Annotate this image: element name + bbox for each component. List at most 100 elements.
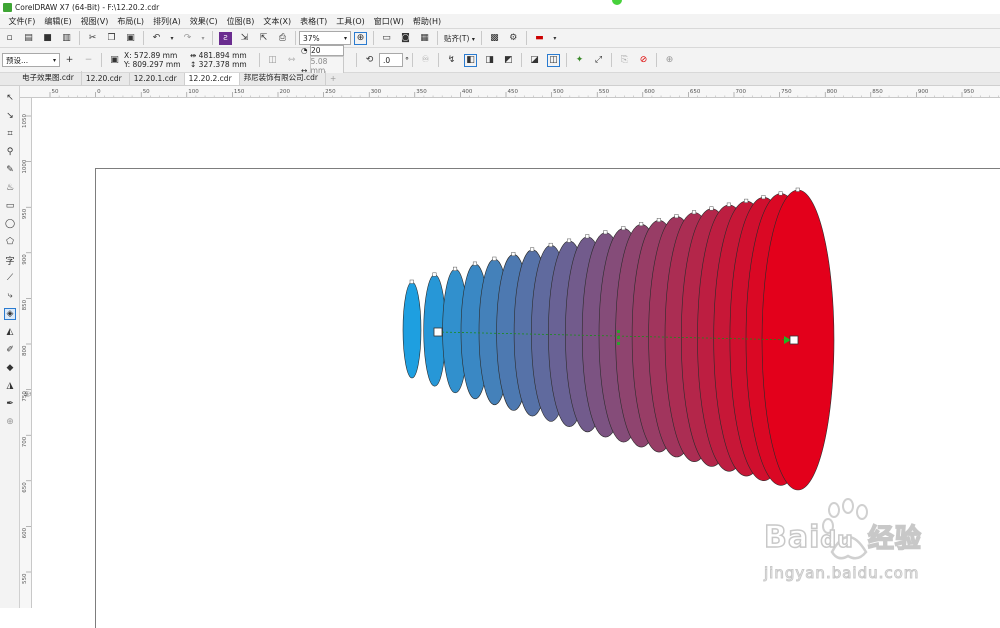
transparency-tool-icon[interactable]: ◭ xyxy=(4,326,16,338)
snap-to-menu[interactable]: 贴齐(T) ▾ xyxy=(441,33,478,44)
export-icon[interactable]: ⇱ xyxy=(257,32,270,45)
blend-end-handle[interactable] xyxy=(789,335,799,345)
drawing-canvas[interactable]: Baidu 经验 jingyan.baidu.com xyxy=(32,98,1000,628)
pick-tool-icon[interactable]: ↖ xyxy=(4,92,16,104)
rectangle-tool-icon[interactable]: ▭ xyxy=(4,200,16,212)
color-eyedropper-icon[interactable]: ✐ xyxy=(4,344,16,356)
doc-tab[interactable]: 邦尼装饰有限公司.cdr xyxy=(240,71,327,85)
redo-icon[interactable]: ↷ xyxy=(181,32,194,45)
doc-tab[interactable]: 12.20.1.cdr xyxy=(130,73,185,85)
node-handle[interactable] xyxy=(795,187,800,192)
text-tool-icon[interactable]: 字 xyxy=(4,254,16,267)
node-handle[interactable] xyxy=(409,279,414,284)
preset-select[interactable]: 预设... ▾ xyxy=(2,53,60,67)
menu-effects[interactable]: 效果(C) xyxy=(185,16,222,27)
start-end-properties-icon[interactable]: ⤢ xyxy=(592,54,605,67)
launcher-dropdown-icon[interactable]: ▾ xyxy=(552,32,558,45)
shape-tool-icon[interactable]: ↘ xyxy=(4,110,16,122)
undo-icon[interactable]: ↶ xyxy=(150,32,163,45)
node-handle[interactable] xyxy=(567,238,572,243)
application-launcher-icon[interactable]: ▬ xyxy=(533,32,546,45)
new-document-icon[interactable]: ▫ xyxy=(3,32,16,45)
copy-icon[interactable]: ❐ xyxy=(105,32,118,45)
acceleration-marker[interactable] xyxy=(617,336,620,339)
node-handle[interactable] xyxy=(585,234,590,239)
menu-view[interactable]: 视图(V) xyxy=(76,16,113,27)
node-handle[interactable] xyxy=(761,195,766,200)
menu-text[interactable]: 文本(X) xyxy=(259,16,296,27)
connector-tool-icon[interactable]: ⤷ xyxy=(4,290,16,302)
save-icon[interactable]: ■ xyxy=(41,32,54,45)
doc-tab-active[interactable]: 12.20.2.cdr xyxy=(184,73,240,85)
node-handle[interactable] xyxy=(432,272,437,277)
clockwise-blend-icon[interactable]: ◨ xyxy=(483,54,496,67)
copy-blend-properties-icon[interactable]: ⎘ xyxy=(618,54,631,67)
color-acceleration-icon[interactable]: ◫ xyxy=(547,53,560,67)
height-field[interactable]: 327.378 mm xyxy=(199,60,247,69)
zoom-to-page-icon[interactable]: ⊕ xyxy=(354,31,367,45)
freehand-tool-icon[interactable]: ✎ xyxy=(4,164,16,176)
blend-start-handle[interactable] xyxy=(433,327,443,337)
acceleration-marker[interactable] xyxy=(617,342,620,345)
menu-edit[interactable]: 编辑(E) xyxy=(40,16,76,27)
menu-tools[interactable]: 工具(O) xyxy=(332,16,370,27)
node-handle[interactable] xyxy=(530,247,535,252)
menu-table[interactable]: 表格(T) xyxy=(296,16,332,27)
direct-blend-icon[interactable]: ◧ xyxy=(464,53,477,67)
counterclockwise-blend-icon[interactable]: ◩ xyxy=(502,54,515,67)
blend-direction-icon[interactable]: ⟲ xyxy=(363,54,376,67)
node-handle[interactable] xyxy=(709,206,714,211)
add-toolbar-item-icon[interactable]: ⊕ xyxy=(663,54,676,67)
redo-dropdown-icon[interactable]: ▾ xyxy=(200,32,206,45)
doc-tab[interactable]: 12.20.cdr xyxy=(82,73,130,85)
node-handle[interactable] xyxy=(692,210,697,215)
parallel-dimension-icon[interactable]: ⟋ xyxy=(4,272,16,284)
full-screen-icon[interactable]: ▭ xyxy=(380,32,393,45)
undo-dropdown-icon[interactable]: ▾ xyxy=(169,32,175,45)
acceleration-marker[interactable] xyxy=(617,330,620,333)
y-position-field[interactable]: Y: 809.297 mm xyxy=(124,60,190,69)
outline-pen-icon[interactable]: ✒ xyxy=(4,398,16,410)
node-handle[interactable] xyxy=(656,218,661,223)
zoom-level-select[interactable]: 37% ▾ xyxy=(299,31,351,45)
object-acceleration-icon[interactable]: ◪ xyxy=(528,54,541,67)
smart-fill-icon[interactable]: ◮ xyxy=(4,380,16,392)
more-tools-icon[interactable]: ⊕ xyxy=(4,416,16,428)
remove-preset-icon[interactable]: − xyxy=(82,54,95,67)
new-tab-button[interactable]: + xyxy=(326,73,343,85)
more-blend-options-icon[interactable]: ✦ xyxy=(573,54,586,67)
menu-window[interactable]: 窗口(W) xyxy=(369,16,408,27)
node-handle[interactable] xyxy=(778,191,783,196)
acceleration-slider-icon[interactable] xyxy=(617,330,620,345)
blend-direction-field[interactable]: .0 xyxy=(379,53,403,67)
clear-blend-icon[interactable]: ⊘ xyxy=(637,54,650,67)
vertical-ruler[interactable]: 10501000950900850800750700650600550500毫米 xyxy=(20,98,32,608)
node-handle[interactable] xyxy=(603,230,608,235)
interactive-fill-icon[interactable]: ◆ xyxy=(4,362,16,374)
blend-start-shape[interactable] xyxy=(402,281,422,379)
x-position-field[interactable]: X: 572.89 mm xyxy=(124,51,190,60)
node-handle[interactable] xyxy=(674,214,679,219)
object-origin-icon[interactable]: ▣ xyxy=(108,54,121,67)
zoom-tool-icon[interactable]: ⚲ xyxy=(4,146,16,158)
node-handle[interactable] xyxy=(511,252,516,257)
node-handle[interactable] xyxy=(621,226,626,231)
menu-file[interactable]: 文件(F) xyxy=(4,16,40,27)
artistic-media-icon[interactable]: ♨ xyxy=(4,182,16,194)
open-folder-icon[interactable]: ▤ xyxy=(22,32,35,45)
ellipse-tool-icon[interactable]: ◯ xyxy=(4,218,16,230)
menu-bitmaps[interactable]: 位图(B) xyxy=(222,16,259,27)
fixed-spacing-icon[interactable]: ⇿ xyxy=(285,54,298,67)
search-content-icon[interactable]: Ƨ xyxy=(219,31,232,45)
paste-icon[interactable]: ▣ xyxy=(124,32,137,45)
node-handle[interactable] xyxy=(726,202,731,207)
path-properties-icon[interactable]: ↯ xyxy=(445,54,458,67)
import-icon[interactable]: ⇲ xyxy=(238,32,251,45)
node-handle[interactable] xyxy=(744,198,749,203)
add-preset-icon[interactable]: + xyxy=(63,54,76,67)
loop-blend-icon[interactable]: ♾ xyxy=(419,54,432,67)
print-icon[interactable]: ▥ xyxy=(60,32,73,45)
node-handle[interactable] xyxy=(453,266,458,271)
crop-tool-icon[interactable]: ⌗ xyxy=(4,128,16,140)
blend-tool-icon[interactable]: ◈ xyxy=(4,308,16,320)
